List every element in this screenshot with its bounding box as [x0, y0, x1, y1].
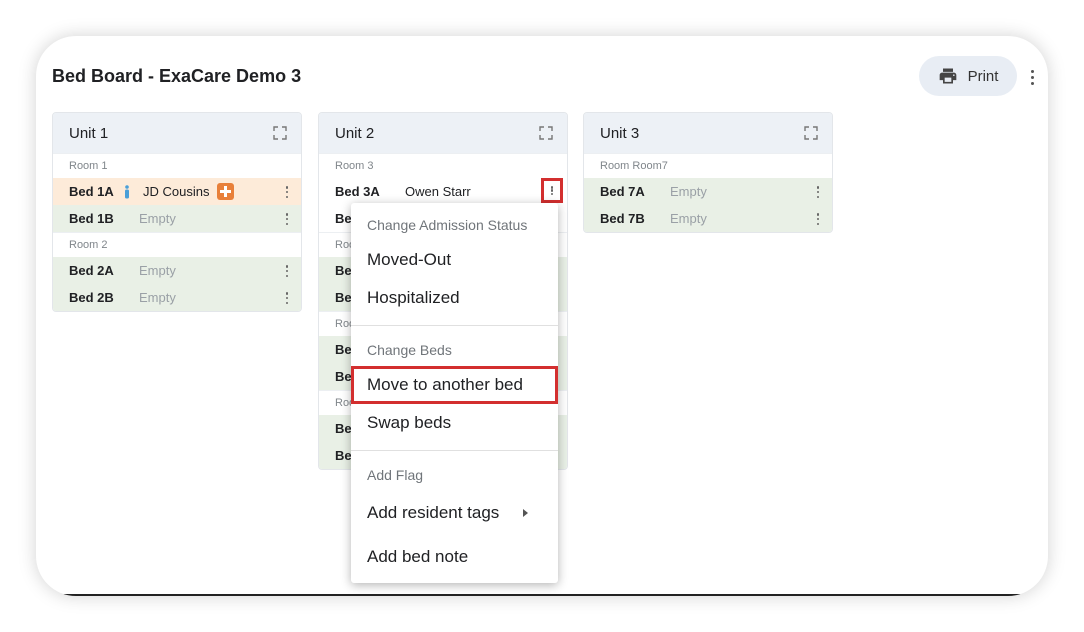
bed-row[interactable]: Bed 3A Owen Starr	[319, 178, 567, 205]
menu-item-swap-beds[interactable]: Swap beds	[351, 404, 558, 442]
unit-card: Unit 1 Room 1 Bed 1A JD Cousins Bed 1B E…	[52, 112, 302, 312]
unit-title: Unit 1	[69, 124, 109, 142]
menu-item-moved-out[interactable]: Moved-Out	[351, 241, 558, 279]
room-label: Room Room7	[584, 153, 832, 178]
unit-header: Unit 2	[319, 113, 567, 153]
printer-icon	[939, 68, 956, 84]
menu-divider	[351, 325, 558, 326]
unit-card: Unit 3 Room Room7 Bed 7A Empty Bed 7B Em…	[583, 112, 833, 233]
bed-options-icon[interactable]	[283, 212, 291, 226]
unit-title: Unit 2	[335, 124, 375, 142]
expand-icon[interactable]	[804, 126, 818, 140]
expand-icon[interactable]	[539, 126, 553, 140]
bed-name: Bed 3A	[335, 184, 380, 199]
room-label: Room 1	[53, 153, 301, 178]
bed-row[interactable]: Bed 2B Empty	[53, 284, 301, 311]
submenu-arrow-icon	[523, 509, 528, 517]
room-label: Room 3	[319, 153, 567, 178]
resident-name: JD Cousins	[143, 184, 210, 199]
bed-options-icon[interactable]	[814, 185, 822, 199]
bed-name: Bed 2B	[69, 290, 114, 305]
print-label: Print	[967, 67, 999, 85]
bed-options-icon[interactable]	[283, 185, 291, 199]
bed-name: Bed 2A	[69, 263, 114, 278]
menu-section-flag: Add Flag	[367, 467, 424, 483]
menu-item-bed-note[interactable]: Add bed note	[351, 535, 558, 579]
bed-options-icon[interactable]	[283, 291, 291, 305]
bed-row[interactable]: Bed 1A JD Cousins	[53, 178, 301, 205]
print-button[interactable]: Print	[919, 56, 1017, 96]
room-label: Room 2	[53, 232, 301, 257]
page-title: Bed Board - ExaCare Demo 3	[52, 66, 302, 86]
menu-item-resident-tags-label: Add resident tags	[367, 503, 500, 522]
bed-status: Empty	[670, 184, 707, 199]
menu-divider	[351, 450, 558, 451]
bed-row[interactable]: Bed 7A Empty	[584, 178, 832, 205]
resident-name[interactable]: Owen Starr	[405, 184, 471, 199]
more-options-icon[interactable]	[1025, 66, 1039, 88]
resident[interactable]: JD Cousins	[125, 183, 235, 200]
bed-options-icon[interactable]	[814, 212, 822, 226]
menu-item-resident-tags[interactable]: Add resident tags	[351, 491, 558, 535]
bed-row[interactable]: Bed 1B Empty	[53, 205, 301, 232]
bed-options-icon[interactable]	[541, 178, 563, 203]
bed-row[interactable]: Bed 2A Empty	[53, 257, 301, 284]
bed-status: Empty	[139, 290, 176, 305]
bed-options-icon[interactable]	[283, 264, 291, 278]
bed-name: Bed 7B	[600, 211, 645, 226]
bed-context-menu: Change Admission Status Moved-Out Hospit…	[351, 203, 558, 583]
bed-name: Bed 1B	[69, 211, 114, 226]
menu-section-admission: Change Admission Status	[367, 217, 528, 233]
expand-icon[interactable]	[273, 126, 287, 140]
medical-plus-icon	[217, 183, 235, 200]
menu-item-move-bed[interactable]: Move to another bed	[351, 366, 558, 404]
bed-board-window: Bed Board - ExaCare Demo 3 Print Unit 1 …	[36, 36, 1048, 596]
bed-status: Empty	[139, 211, 176, 226]
unit-header: Unit 1	[53, 113, 301, 153]
bed-status: Empty	[670, 211, 707, 226]
person-icon	[125, 184, 129, 198]
bed-name: Bed 7A	[600, 184, 645, 199]
unit-header: Unit 3	[584, 113, 832, 153]
unit-title: Unit 3	[600, 124, 640, 142]
menu-item-hospitalized[interactable]: Hospitalized	[351, 279, 558, 317]
menu-section-beds: Change Beds	[367, 342, 452, 358]
bed-row[interactable]: Bed 7B Empty	[584, 205, 832, 232]
bed-status: Empty	[139, 263, 176, 278]
